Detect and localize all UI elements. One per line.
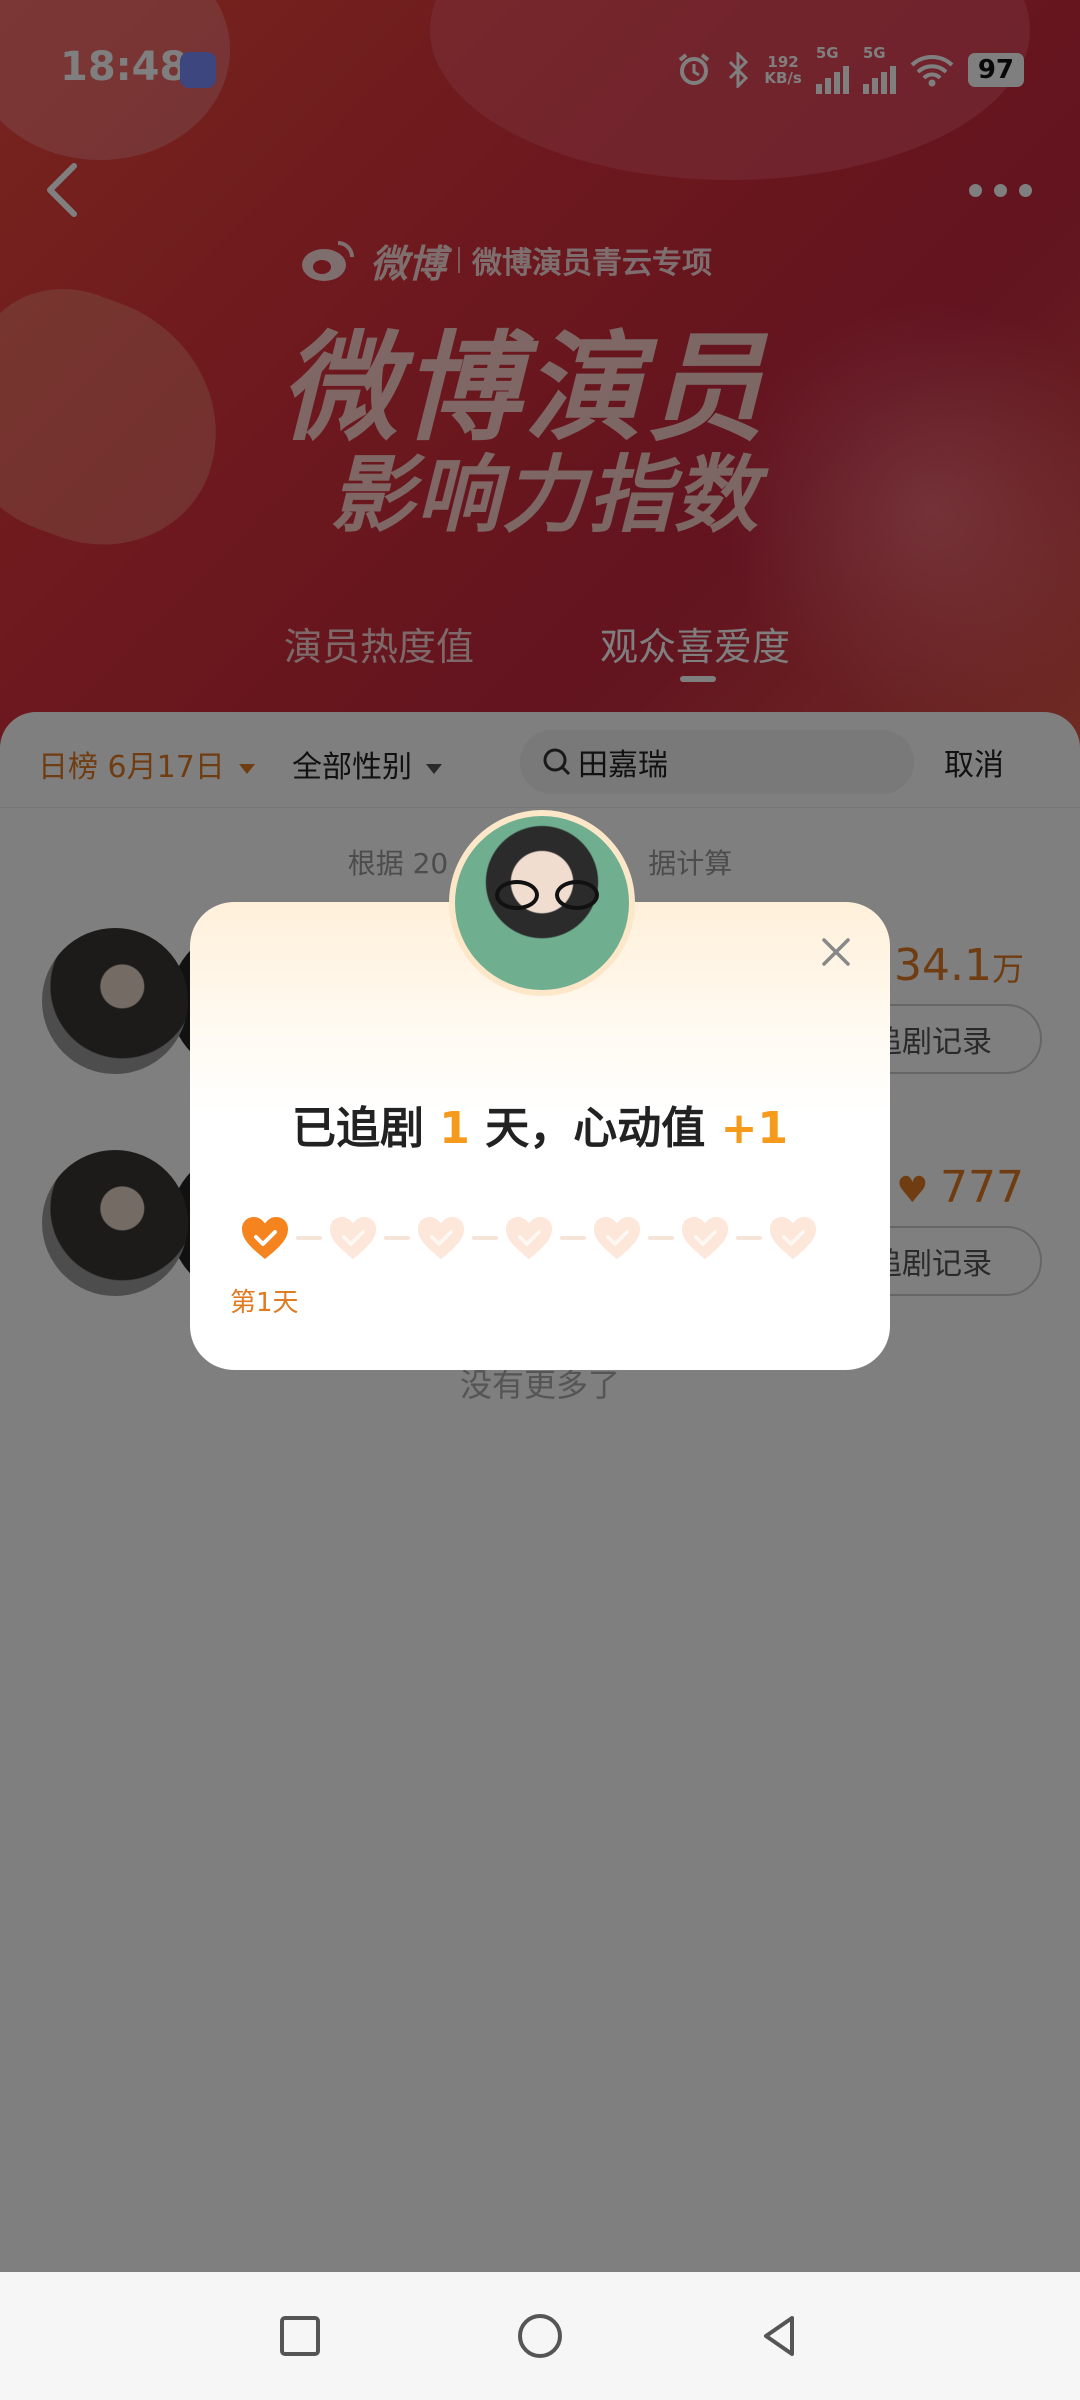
heart-check-empty-icon [594, 1217, 640, 1259]
streak-progress [240, 1210, 820, 1266]
modal-title-middle: 天，心动值 [485, 1103, 706, 1154]
circle-icon [518, 2314, 562, 2358]
modal-title-prefix: 已追剧 [291, 1103, 424, 1154]
modal-avatar [449, 810, 635, 996]
streak-connector [296, 1236, 322, 1240]
heart-check-filled-icon [242, 1217, 288, 1259]
day-label: 第1天 [230, 1288, 299, 1318]
heart-check-empty-icon [682, 1217, 728, 1259]
glasses-shape [495, 880, 599, 910]
modal-close-button[interactable] [814, 930, 858, 974]
back-nav-button[interactable] [750, 2306, 810, 2366]
streak-connector [736, 1236, 762, 1240]
recent-apps-button[interactable] [270, 2306, 330, 2366]
heart-check-empty-icon [770, 1217, 816, 1259]
heart-check-empty-icon [506, 1217, 552, 1259]
modal-days-count: 1 [439, 1103, 470, 1154]
modal-bonus: +1 [720, 1103, 789, 1154]
heart-check-empty-icon [418, 1217, 464, 1259]
home-button[interactable] [510, 2306, 570, 2366]
heart-check-empty-icon [330, 1217, 376, 1259]
modal-title: 已追剧 1 天，心动值 +1 [190, 1092, 890, 1156]
streak-connector [472, 1236, 498, 1240]
streak-connector [384, 1236, 410, 1240]
square-icon [280, 2316, 320, 2356]
streak-connector [648, 1236, 674, 1240]
triangle-back-icon [764, 2316, 794, 2356]
system-nav-bar [0, 2272, 1080, 2400]
close-icon [822, 938, 850, 966]
streak-connector [560, 1236, 586, 1240]
